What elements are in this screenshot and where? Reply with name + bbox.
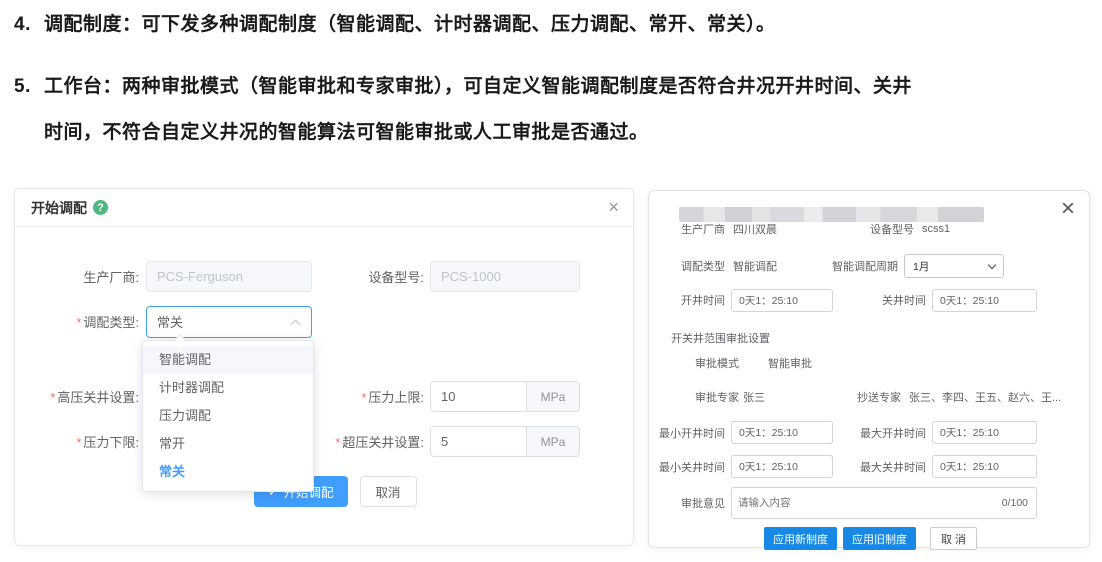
redacted-title — [679, 207, 984, 222]
chevron-down-icon — [988, 261, 996, 269]
approval-mode-value: 智能审批 — [768, 355, 812, 371]
dropdown-option-always-open[interactable]: 常开 — [143, 430, 313, 458]
manufacturer-input[interactable] — [146, 261, 312, 292]
pressure-upper-label: *压力上限: — [312, 387, 424, 406]
row-min-max-open: 最小开井时间 最大开井时间 — [649, 421, 1089, 444]
overpressure-shutin-group: MPa — [430, 426, 580, 457]
open-time-input[interactable] — [731, 289, 833, 312]
doc-item-5-line2: 时间，不符合自定义井况的智能算法可智能审批或人工审批是否通过。 — [44, 117, 649, 144]
min-close-label: 最小关井时间 — [649, 459, 725, 475]
cancel-button[interactable]: 取消 — [360, 476, 417, 507]
doc-item-5-number: 5. — [14, 76, 44, 98]
doc-item-4: 4.调配制度：可下发多种调配制度（智能调配、计时器调配、压力调配、常开、常关）。 — [14, 9, 776, 36]
comment-box: 0/100 — [731, 487, 1037, 519]
close-time-input[interactable] — [932, 289, 1037, 312]
min-open-label: 最小开井时间 — [649, 425, 725, 441]
model-input[interactable] — [430, 261, 580, 292]
approval-mode-label: 审批模式 — [649, 355, 739, 371]
help-icon[interactable]: ? — [93, 200, 108, 215]
row-open-close-time: 开井时间 关井时间 — [649, 288, 1089, 312]
max-open-label: 最大开井时间 — [833, 425, 926, 441]
smart-cycle-value: 1月 — [913, 259, 929, 274]
dialog-footer: 应用新制度 应用旧制度 取 消 — [649, 527, 1089, 550]
apply-new-policy-button[interactable]: 应用新制度 — [764, 527, 837, 550]
model-label: 设备型号: — [312, 267, 424, 286]
row-dispatch-type: *调配类型: 常关 — [15, 306, 633, 337]
required-mark: * — [76, 315, 81, 330]
cc-experts-label: 抄送专家 — [765, 389, 901, 405]
dispatch-type-label: 调配类型 — [649, 258, 725, 274]
model-value: scss1 — [922, 223, 950, 235]
row-type-cycle: 调配类型 智能调配 智能调配周期 1月 — [649, 254, 1089, 278]
close-icon[interactable]: × — [608, 198, 619, 216]
pressure-upper-input[interactable] — [431, 382, 526, 411]
min-open-input[interactable] — [731, 421, 833, 444]
row-approval-mode: 审批模式 智能审批 — [649, 355, 1089, 371]
cancel-button[interactable]: 取 消 — [930, 527, 977, 550]
high-pressure-shutin-label: *高压关井设置: — [15, 387, 139, 406]
min-close-input[interactable] — [731, 455, 833, 478]
row-manufacturer-model: 生产厂商: 设备型号: — [15, 261, 633, 292]
pressure-upper-unit: MPa — [526, 382, 579, 411]
page: 4.调配制度：可下发多种调配制度（智能调配、计时器调配、压力调配、常开、常关）。… — [0, 0, 1102, 562]
dropdown-option-smart[interactable]: 智能调配 — [143, 346, 313, 374]
doc-item-5-text1: 工作台：两种审批模式（智能审批和专家审批），可自定义智能调配制度是否符合井况开井… — [44, 76, 912, 97]
dropdown-option-timer[interactable]: 计时器调配 — [143, 374, 313, 402]
smart-cycle-select[interactable]: 1月 — [904, 254, 1004, 278]
smart-cycle-label: 智能调配周期 — [777, 258, 898, 274]
start-dispatch-dialog: 开始调配 ? × 生产厂商: 设备型号: *调配类型: 常关 *高压关井设置: … — [14, 188, 634, 546]
overpressure-shutin-input[interactable] — [431, 427, 526, 456]
doc-item-4-text: 调配制度：可下发多种调配制度（智能调配、计时器调配、压力调配、常开、常关）。 — [44, 14, 776, 35]
comment-textarea[interactable] — [732, 495, 1002, 511]
dispatch-type-select[interactable]: 常关 — [146, 306, 312, 338]
comment-label: 审批意见 — [649, 495, 725, 511]
approval-range-section-label: 开关井范围审批设置 — [671, 330, 770, 346]
chevron-up-icon — [291, 319, 301, 329]
approval-review-dialog: × 生产厂商 四川双晨 设备型号 scss1 调配类型 智能调配 智能调配周期 … — [648, 190, 1090, 548]
max-close-label: 最大关井时间 — [833, 459, 926, 475]
dropdown-option-pressure[interactable]: 压力调配 — [143, 402, 313, 430]
doc-item-5-line1: 5.工作台：两种审批模式（智能审批和专家审批），可自定义智能调配制度是否符合井况… — [14, 71, 912, 98]
manufacturer-label: 生产厂商: — [15, 267, 139, 286]
row-low-pressure: *压力下限: *超压关井设置: MPa — [15, 426, 633, 457]
row-manufacturer-model: 生产厂商 四川双晨 设备型号 scss1 — [649, 221, 1089, 237]
pressure-upper-group: MPa — [430, 381, 580, 412]
model-label: 设备型号 — [777, 221, 914, 237]
cc-experts-value: 张三、李四、王五、赵六、王... — [909, 389, 1061, 405]
row-min-max-close: 最小关井时间 最大关井时间 — [649, 455, 1089, 478]
dispatch-type-dropdown: 智能调配 计时器调配 压力调配 常开 常关 — [142, 340, 314, 492]
comment-counter: 0/100 — [1002, 497, 1036, 509]
dialog-header: 开始调配 ? — [15, 189, 633, 227]
row-high-pressure: *高压关井设置: *压力上限: MPa — [15, 381, 633, 412]
dispatch-type-value: 常关 — [157, 312, 183, 331]
open-time-label: 开井时间 — [649, 292, 725, 308]
close-icon[interactable]: × — [1061, 197, 1075, 221]
manufacturer-value: 四川双晨 — [733, 221, 777, 237]
apply-old-policy-button[interactable]: 应用旧制度 — [843, 527, 916, 550]
dialog-title: 开始调配 — [31, 198, 87, 218]
overpressure-shutin-unit: MPa — [526, 427, 579, 456]
dispatch-type-value: 智能调配 — [733, 258, 777, 274]
doc-item-4-number: 4. — [14, 14, 44, 36]
dropdown-option-always-closed[interactable]: 常关 — [143, 458, 313, 486]
approval-expert-value: 张三 — [743, 389, 765, 405]
pressure-lower-label: *压力下限: — [15, 432, 139, 451]
max-open-input[interactable] — [932, 421, 1037, 444]
max-close-input[interactable] — [932, 455, 1037, 478]
dispatch-type-label: *调配类型: — [15, 312, 139, 331]
row-experts: 审批专家 张三 抄送专家 张三、李四、王五、赵六、王... — [649, 389, 1089, 405]
approval-expert-label: 审批专家 — [649, 389, 739, 405]
manufacturer-label: 生产厂商 — [649, 221, 725, 237]
close-time-label: 关井时间 — [833, 292, 926, 308]
overpressure-shutin-label: *超压关井设置: — [312, 432, 424, 451]
